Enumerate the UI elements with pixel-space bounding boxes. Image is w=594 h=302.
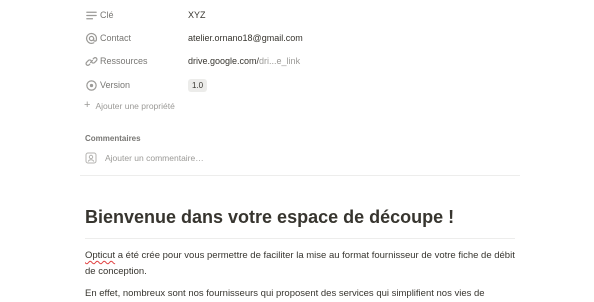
property-value[interactable]: XYZ — [188, 10, 206, 20]
version-value[interactable]: 1.0 — [188, 79, 208, 92]
text-lines-icon — [84, 8, 98, 22]
paragraph-1[interactable]: Opticut a été crée pour vous permettre d… — [85, 248, 515, 279]
plus-icon: + — [84, 99, 91, 111]
page-heading[interactable]: Bienvenue dans votre espace de découpe ! — [85, 207, 454, 228]
add-property-button[interactable]: + Ajouter une propriété — [84, 100, 175, 111]
resource-url-link[interactable]: drive.google.com/dri...e_link — [188, 56, 300, 66]
misspelled-word: Opticut — [85, 250, 116, 261]
user-avatar-icon — [85, 152, 97, 164]
comment-placeholder: Ajouter un commentaire… — [105, 153, 204, 163]
add-comment-input[interactable]: Ajouter un commentaire… — [85, 152, 204, 164]
link-icon — [84, 54, 98, 68]
property-row-ressources[interactable]: Ressources drive.google.com/dri...e_link — [84, 51, 300, 71]
properties-divider — [80, 175, 520, 176]
property-row-version[interactable]: Version 1.0 — [84, 75, 208, 95]
target-icon — [84, 78, 98, 92]
version-chip: 1.0 — [188, 79, 208, 92]
contact-email-link[interactable]: atelier.ornano18@gmail.com — [188, 33, 303, 43]
property-name: Ressources — [100, 56, 148, 66]
heading-underline — [85, 238, 515, 239]
property-name: Clé — [100, 10, 114, 20]
add-property-label: Ajouter une propriété — [95, 100, 175, 111]
paragraph-text: a été crée pour vous permettre de facili… — [85, 250, 515, 277]
property-name: Version — [100, 80, 131, 90]
at-sign-icon — [84, 31, 98, 45]
url-main: drive.google.com/ — [188, 56, 260, 66]
property-name: Contact — [100, 33, 132, 43]
comments-heading: Commentaires — [85, 134, 141, 143]
url-faded: dri...e_link — [259, 56, 301, 66]
property-row-contact[interactable]: Contact atelier.ornano18@gmail.com — [84, 28, 303, 48]
property-row-cle[interactable]: Clé XYZ — [84, 5, 206, 25]
